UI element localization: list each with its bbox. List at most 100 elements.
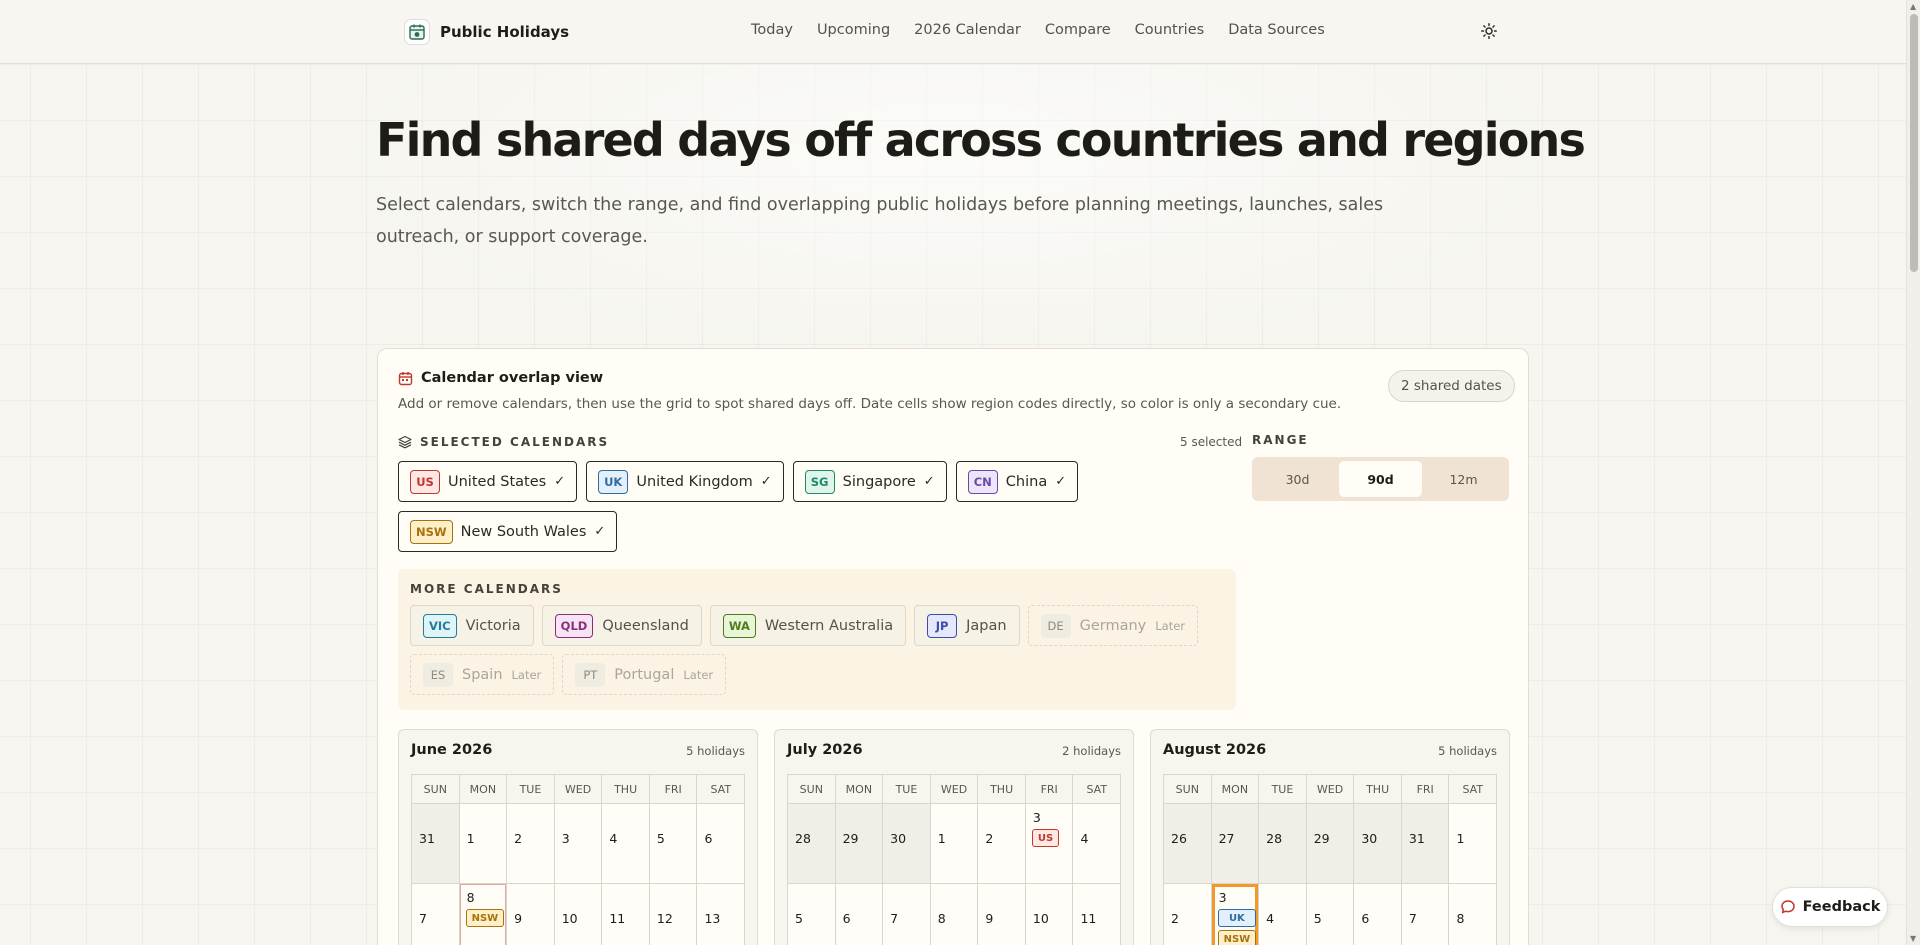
day-cell[interactable]: 29: [835, 804, 884, 883]
range-option-12m[interactable]: 12m: [1422, 461, 1505, 497]
day-cell[interactable]: 7: [412, 884, 460, 945]
nav-compare[interactable]: Compare: [1045, 22, 1111, 38]
nav-2026-calendar[interactable]: 2026 Calendar: [914, 22, 1021, 38]
day-cell[interactable]: 2: [1164, 884, 1212, 945]
weekday-header: SUN MON TUE WED THU FRI SAT: [411, 774, 745, 804]
more-calendar-chip[interactable]: VIC Victoria: [410, 605, 534, 646]
calendar-overlap-card: Calendar overlap view Add or remove cale…: [377, 348, 1529, 945]
day-number: 2: [514, 831, 523, 846]
nav-upcoming[interactable]: Upcoming: [817, 22, 890, 38]
check-icon: ✓: [923, 474, 935, 489]
day-cell[interactable]: 11: [1073, 884, 1122, 945]
month-holiday-count: 2 holidays: [1062, 744, 1121, 758]
day-number: 2: [985, 831, 994, 846]
calendar-name: Portugal: [614, 666, 675, 683]
chat-bubble-icon: [1780, 900, 1795, 914]
range-option-30d[interactable]: 30d: [1256, 461, 1339, 497]
day-cell[interactable]: 4: [1073, 804, 1122, 883]
holiday-tags: UK NSW: [1217, 909, 1257, 945]
day-cell[interactable]: 8: [930, 884, 979, 945]
calendar-name: China: [1005, 473, 1048, 490]
calendar-name: Western Australia: [764, 617, 894, 634]
month-calendar: July 2026 2 holidays SUN MON TUE WED THU FRI SAT…: [774, 729, 1134, 945]
day-cell[interactable]: 30: [1354, 804, 1402, 883]
more-calendars-panel: MORE CALENDARS VIC Victoria QLD Queensland W…: [398, 569, 1236, 710]
day-cell[interactable]: 29: [1306, 804, 1355, 883]
day-cell[interactable]: 30: [883, 804, 931, 883]
day-cell[interactable]: 10: [1025, 884, 1074, 945]
day-cell[interactable]: 6: [697, 804, 746, 883]
day-cell[interactable]: 4: [1259, 884, 1307, 945]
weekday-label: SUN: [788, 775, 836, 803]
day-cell[interactable]: 31: [412, 804, 460, 883]
theme-toggle-button[interactable]: [1478, 20, 1500, 42]
selected-calendar-chip[interactable]: CN China ✓: [955, 461, 1079, 502]
day-cell[interactable]: 5: [1306, 884, 1355, 945]
day-cell[interactable]: 26: [1164, 804, 1212, 883]
nav-data-sources[interactable]: Data Sources: [1228, 22, 1325, 38]
nav-countries[interactable]: Countries: [1135, 22, 1205, 38]
week-row: 2 3 UK NSW 4 5 6 7 8: [1163, 884, 1498, 945]
more-calendar-chip[interactable]: WA Western Australia: [709, 605, 907, 646]
day-cell[interactable]: 5: [649, 804, 698, 883]
later-label: Later: [511, 667, 542, 682]
selected-calendar-chip[interactable]: US United States ✓: [398, 461, 578, 502]
day-cell[interactable]: 6: [835, 884, 884, 945]
day-number: 9: [985, 911, 994, 926]
day-cell[interactable]: 11: [602, 884, 650, 945]
day-cell[interactable]: 13: [697, 884, 746, 945]
weekday-label: SUN: [1164, 775, 1212, 803]
shared-holiday-cell[interactable]: 3 UK NSW: [1211, 884, 1260, 945]
weekday-label: MON: [836, 775, 884, 803]
day-number: 7: [419, 911, 427, 926]
day-cell[interactable]: 27: [1211, 804, 1260, 883]
page-scrollbar[interactable]: ▲ ▼: [1906, 0, 1920, 945]
day-cell[interactable]: 12: [649, 884, 698, 945]
day-cell[interactable]: 6: [1354, 884, 1402, 945]
feedback-button[interactable]: Feedback: [1772, 887, 1888, 927]
month-title: July 2026: [787, 742, 863, 758]
more-calendar-chip[interactable]: JP Japan: [914, 605, 1020, 646]
day-cell[interactable]: 7: [1401, 884, 1450, 945]
feedback-label: Feedback: [1802, 899, 1881, 915]
day-number: 2: [1171, 911, 1179, 926]
day-cell[interactable]: 1: [459, 804, 508, 883]
day-cell[interactable]: 1: [930, 804, 979, 883]
day-cell[interactable]: 9: [507, 884, 555, 945]
scroll-down-arrow-icon[interactable]: ▼: [1910, 934, 1916, 943]
day-cell[interactable]: 4: [602, 804, 650, 883]
day-cell[interactable]: 28: [1259, 804, 1307, 883]
day-number: 11: [609, 911, 626, 926]
more-calendar-chip[interactable]: QLD Queensland: [541, 605, 702, 646]
range-option-90d[interactable]: 90d: [1339, 461, 1422, 497]
day-cell[interactable]: 10: [554, 884, 603, 945]
scrollbar-thumb[interactable]: [1910, 14, 1918, 272]
day-cell[interactable]: 8: [1449, 884, 1498, 945]
selected-calendar-chip[interactable]: UK United Kingdom ✓: [586, 461, 784, 502]
day-cell[interactable]: 2: [978, 804, 1026, 883]
day-cell[interactable]: 5: [788, 884, 836, 945]
day-cell[interactable]: 2: [507, 804, 555, 883]
day-cell[interactable]: 1: [1449, 804, 1498, 883]
selected-calendars-label: SELECTED CALENDARS: [420, 435, 610, 449]
weekday-label: FRI: [1402, 775, 1450, 803]
brand[interactable]: Public Holidays: [404, 19, 569, 45]
weekday-label: TUE: [883, 775, 931, 803]
selected-calendar-chip[interactable]: NSW New South Wales ✓: [398, 511, 618, 552]
scroll-up-arrow-icon[interactable]: ▲: [1910, 2, 1916, 11]
holiday-cell[interactable]: 3 US: [1025, 804, 1074, 883]
weekday-label: FRI: [650, 775, 698, 803]
day-cell[interactable]: 7: [883, 884, 931, 945]
month-title: August 2026: [1163, 742, 1267, 758]
day-cell[interactable]: 28: [788, 804, 836, 883]
day-number: 4: [1266, 911, 1275, 926]
region-code-badge: CN: [967, 469, 998, 494]
holiday-cell[interactable]: 8 NSW: [459, 884, 508, 945]
day-cell[interactable]: 9: [978, 884, 1026, 945]
nav-today[interactable]: Today: [751, 22, 793, 38]
calendar-name: Victoria: [465, 617, 521, 634]
day-cell[interactable]: 3: [554, 804, 603, 883]
selected-calendar-chip[interactable]: SG Singapore ✓: [792, 461, 947, 502]
day-cell[interactable]: 31: [1401, 804, 1450, 883]
day-number: 5: [1313, 911, 1322, 926]
